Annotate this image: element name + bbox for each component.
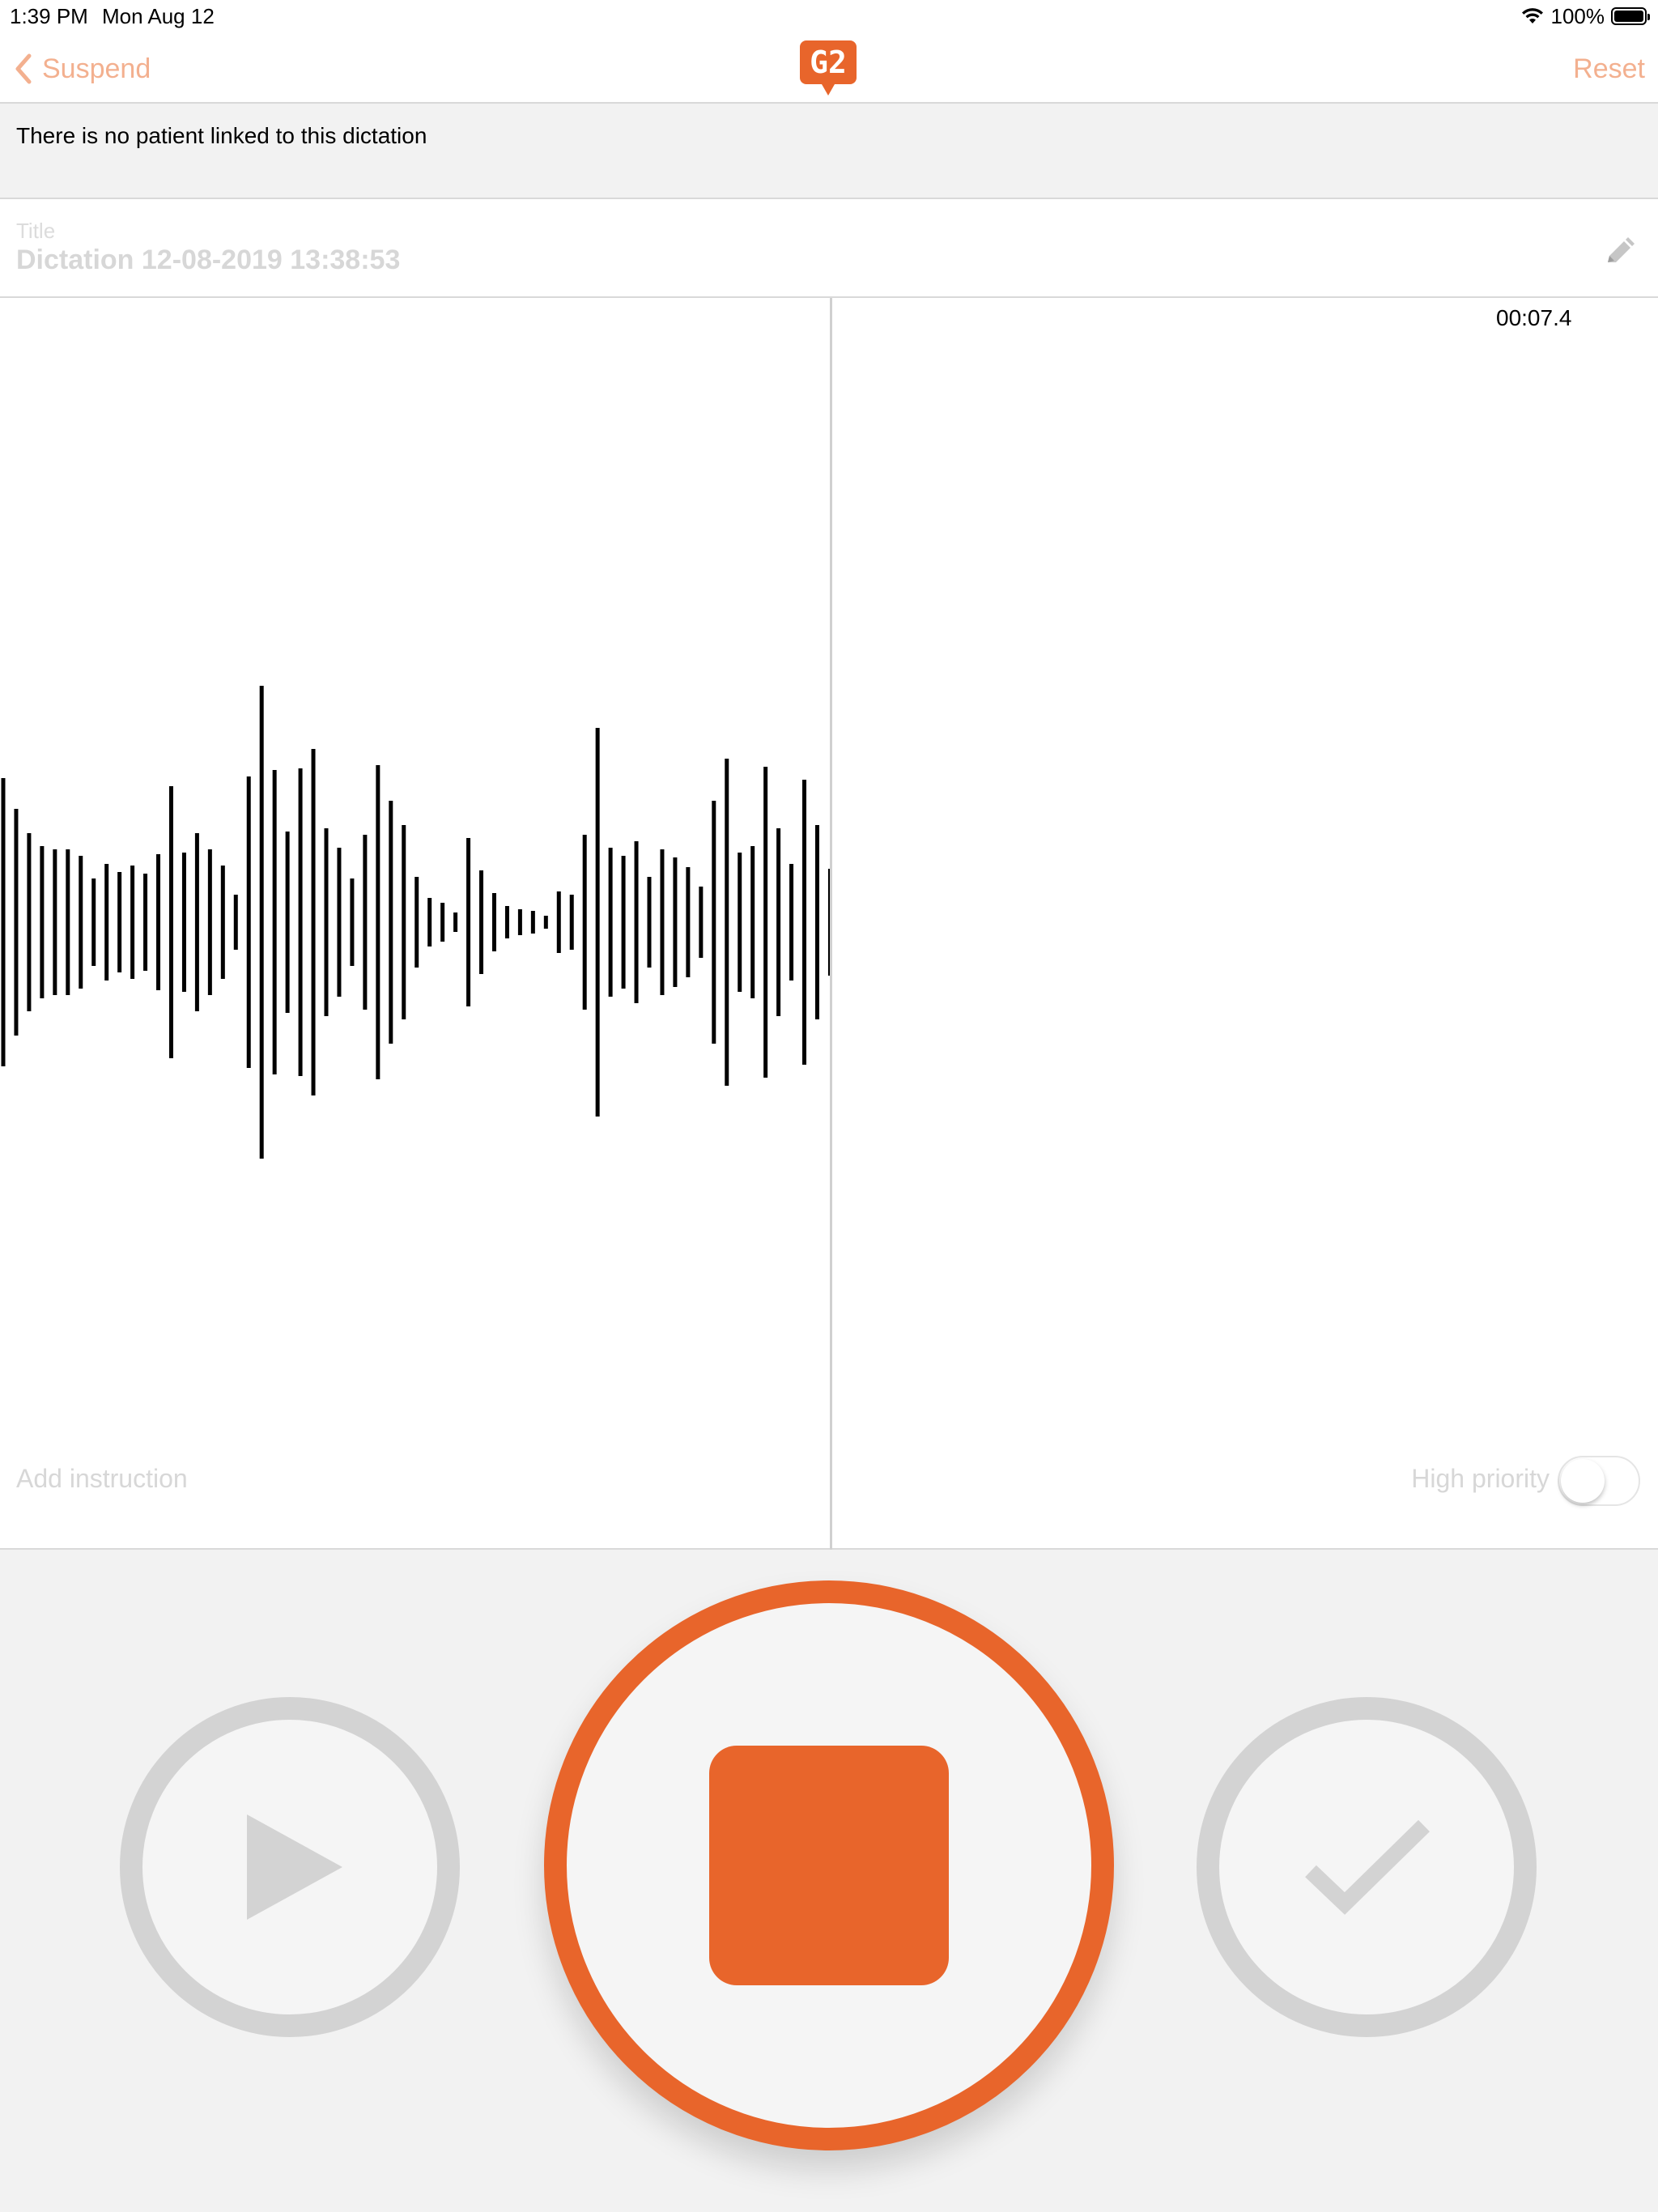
status-time: 1:39 PM: [10, 4, 88, 28]
chevron-left-icon: [15, 53, 32, 84]
battery-icon: [1611, 7, 1650, 25]
done-button[interactable]: [1197, 1697, 1537, 2037]
elapsed-time: 00:07.4: [1496, 305, 1572, 330]
recorder-controls: [0, 1550, 1658, 2212]
title-label: Title: [16, 219, 56, 243]
suspend-button[interactable]: Suspend: [15, 49, 151, 89]
recording-area: 00:07.4 Add instruction High priority: [0, 298, 1658, 1550]
wifi-icon: [1521, 8, 1543, 23]
audio-waveform: [1, 686, 830, 1159]
stop-button[interactable]: [544, 1580, 1114, 2150]
checkmark-icon: [1305, 1819, 1430, 1915]
playhead-divider: [830, 298, 832, 1550]
patient-banner[interactable]: There is no patient linked to this dicta…: [0, 104, 1658, 199]
navigation-bar: Suspend G2 Reset: [0, 32, 1658, 104]
play-button[interactable]: [120, 1697, 460, 2037]
toggle-knob: [1561, 1459, 1605, 1503]
suspend-label: Suspend: [42, 53, 151, 84]
title-field[interactable]: Title Dictation 12-08-2019 13:38:53: [0, 199, 1658, 298]
title-value: Dictation 12-08-2019 13:38:53: [16, 245, 401, 275]
add-instruction-input[interactable]: Add instruction: [16, 1464, 188, 1494]
status-right: 100%: [1520, 0, 1650, 32]
status-date: Mon Aug 12: [102, 4, 215, 28]
pencil-icon[interactable]: [1601, 235, 1637, 270]
stop-icon: [709, 1746, 949, 1985]
high-priority-label: High priority: [1411, 1464, 1550, 1493]
high-priority-toggle[interactable]: [1558, 1456, 1640, 1506]
reset-button[interactable]: Reset: [1573, 49, 1645, 89]
patient-banner-text: There is no patient linked to this dicta…: [16, 123, 427, 148]
app-logo: G2: [800, 40, 857, 96]
play-icon: [247, 1814, 342, 1920]
status-bar: 1:39 PM Mon Aug 12 100%: [0, 0, 1658, 32]
battery-percent: 100%: [1550, 4, 1605, 28]
